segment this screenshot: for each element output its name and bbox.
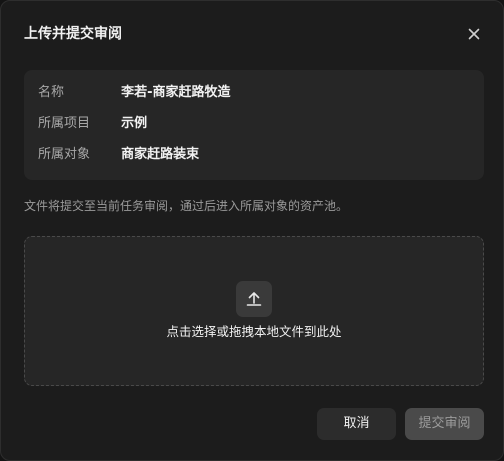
upload-submit-dialog: 上传并提交审阅 名称 李若-商家赶路牧造 所属项目 示例 所属对象 商家赶路装束… (0, 0, 504, 461)
info-value: 示例 (121, 116, 148, 131)
upload-icon-container (236, 281, 272, 317)
close-button[interactable] (465, 25, 483, 43)
close-icon (468, 28, 480, 40)
upload-icon (246, 292, 262, 306)
info-value: 李若-商家赶路牧造 (121, 85, 231, 100)
info-value: 商家赶路装束 (121, 147, 200, 162)
submit-review-button[interactable]: 提交审阅 (405, 408, 484, 440)
info-row-project: 所属项目 示例 (38, 114, 147, 134)
info-label: 所属对象 (38, 147, 91, 162)
dropzone-text: 点击选择或拖拽本地文件到此处 (166, 324, 342, 339)
info-card: 名称 李若-商家赶路牧造 所属项目 示例 所属对象 商家赶路装束 (24, 70, 484, 180)
dialog-title: 上传并提交审阅 (24, 26, 122, 42)
info-row-object: 所属对象 商家赶路装束 (38, 145, 199, 165)
cancel-button[interactable]: 取消 (317, 408, 396, 440)
dialog-header: 上传并提交审阅 (24, 24, 487, 44)
info-label: 所属项目 (38, 116, 91, 131)
info-row-name: 名称 李若-商家赶路牧造 (38, 83, 231, 103)
file-dropzone[interactable]: 点击选择或拖拽本地文件到此处 (24, 236, 484, 386)
info-label: 名称 (38, 85, 65, 100)
submit-hint-text: 文件将提交至当前任务审阅，通过后进入所属对象的资产池。 (24, 199, 349, 213)
